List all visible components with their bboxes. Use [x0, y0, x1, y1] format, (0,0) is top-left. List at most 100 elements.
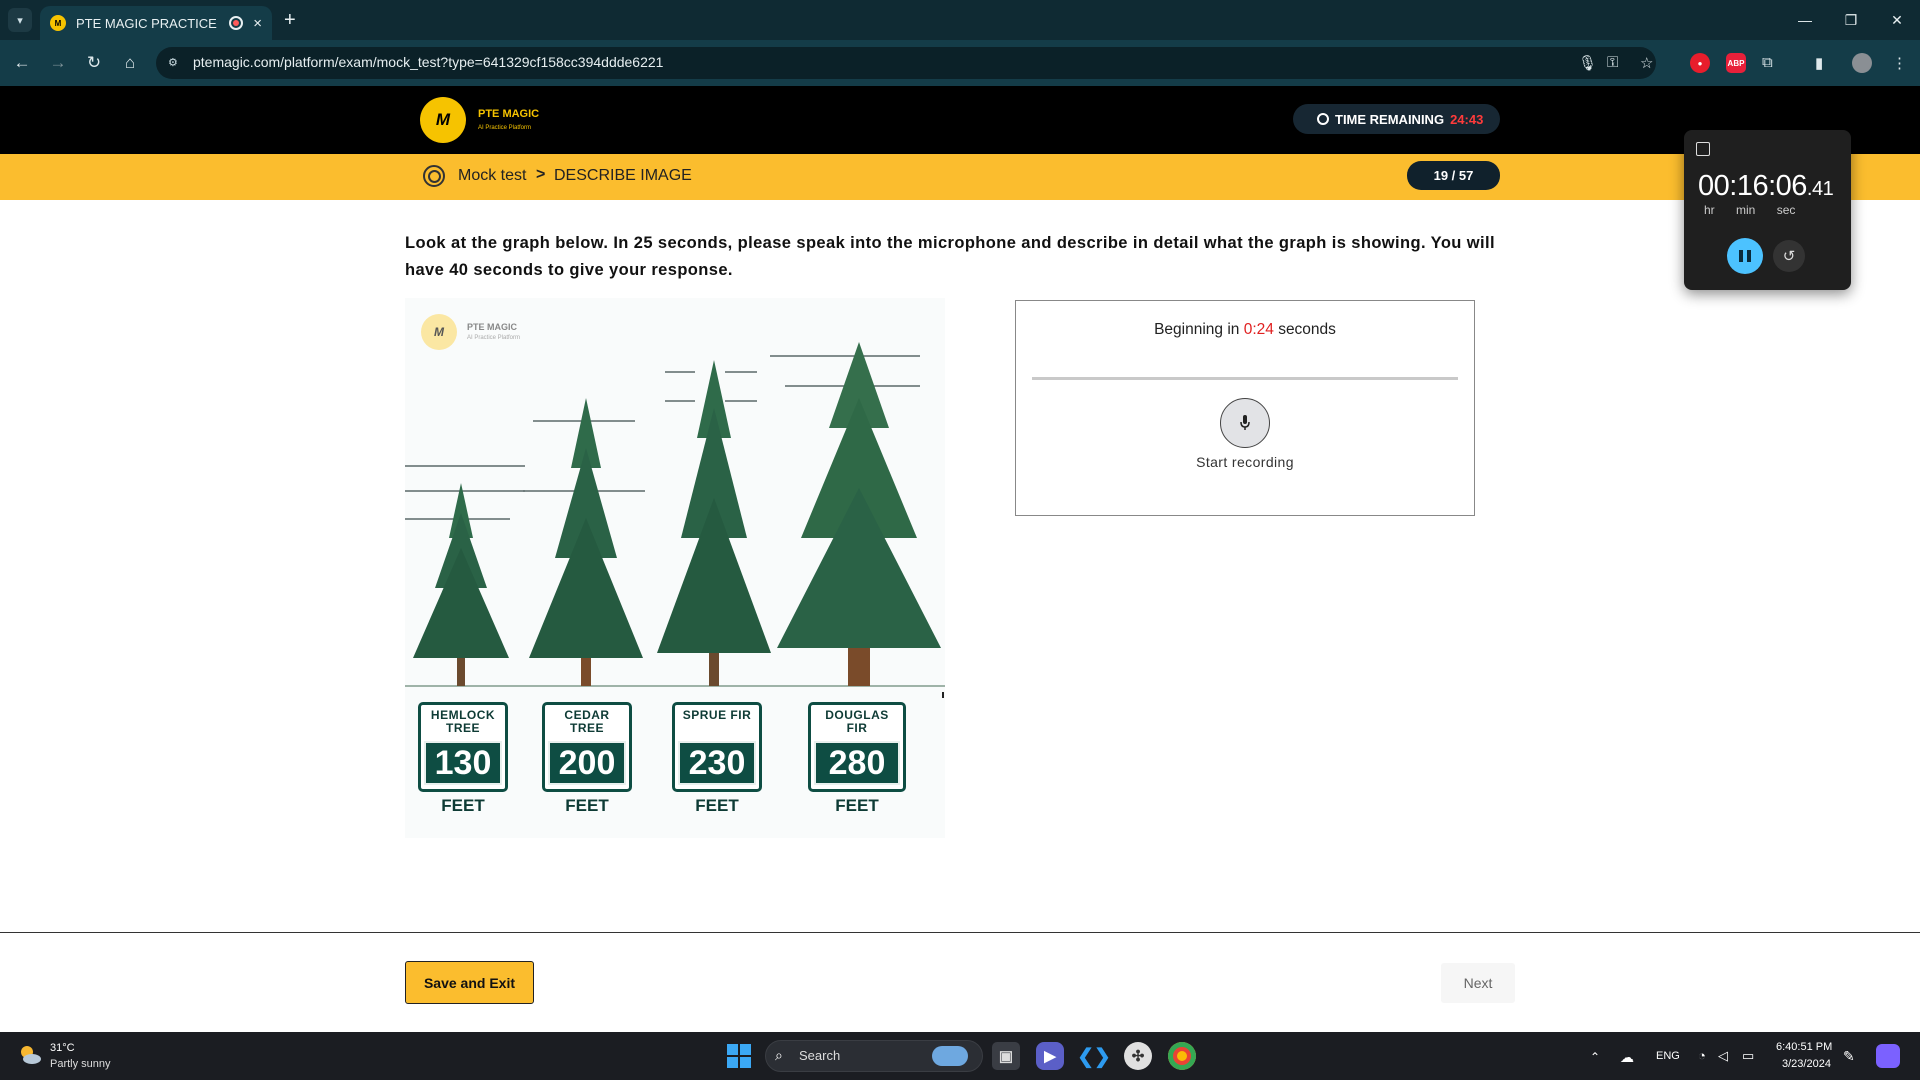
side-panel-icon[interactable]: ▮: [1815, 54, 1823, 72]
tree-height: 200: [548, 741, 626, 785]
reset-icon[interactable]: ↺: [1773, 240, 1805, 272]
browser-tab-bar: ▾ M PTE MAGIC PRACTICE × + — ❐ ✕: [0, 0, 1920, 40]
tree-height: 280: [814, 741, 900, 785]
tree-name: HEMLOCK TREE: [430, 708, 496, 735]
stopwatch-widget: 00:16:06.41 hr min sec ↺: [1684, 130, 1851, 290]
tab-close-icon[interactable]: ×: [253, 15, 262, 32]
tree-name: DOUGLAS FIR: [825, 708, 889, 735]
clock-time[interactable]: 6:40:51 PM: [1776, 1041, 1832, 1053]
time-remaining-label: TIME REMAINING: [1335, 111, 1445, 127]
question-progress-badge: 19 / 57: [1407, 161, 1500, 190]
teams-meet-icon[interactable]: ▶: [1036, 1042, 1064, 1070]
mic-icon[interactable]: 🎙: [1578, 54, 1597, 72]
browser-tab-active[interactable]: M PTE MAGIC PRACTICE ×: [40, 6, 272, 40]
trees-illustration: [405, 342, 945, 698]
reload-icon[interactable]: ↻: [82, 51, 106, 75]
tree-height: 230: [678, 741, 756, 785]
target-icon: [423, 165, 445, 187]
chrome-browser-icon[interactable]: [1168, 1042, 1196, 1070]
chatgpt-app-icon[interactable]: ✣: [1124, 1042, 1152, 1070]
tree-unit: FEET: [835, 796, 879, 815]
stopwatch-ms: .41: [1806, 178, 1834, 200]
back-arrow-icon[interactable]: ←: [10, 51, 34, 75]
vscode-icon[interactable]: ❮❯: [1077, 1042, 1111, 1070]
copilot-icon[interactable]: [1876, 1044, 1900, 1068]
unit-min: min: [1736, 203, 1756, 217]
tree-unit: FEET: [441, 796, 485, 815]
tab-search-chevron-icon[interactable]: ▾: [8, 8, 32, 32]
tree-height: 130: [424, 741, 502, 785]
footer-divider: [0, 932, 1920, 933]
stopwatch-units: hr min sec: [1704, 203, 1813, 217]
battery-icon[interactable]: ▭: [1742, 1048, 1754, 1064]
recording-progress-bar: [1032, 377, 1458, 380]
tree-name: SPRUE FIR: [682, 708, 752, 722]
weather-description[interactable]: Partly sunny: [50, 1058, 111, 1070]
site-favicon-icon: M: [50, 15, 66, 31]
breadcrumb-bar: [0, 154, 1920, 200]
brand-logo[interactable]: M: [420, 97, 466, 143]
close-window-icon[interactable]: ✕: [1874, 0, 1920, 40]
tray-chevron-icon[interactable]: ⌃: [1590, 1050, 1600, 1064]
recording-indicator-icon: [229, 16, 244, 30]
recording-status: Beginning in 0:24 seconds: [1016, 321, 1474, 339]
site-info-icon[interactable]: ⚙: [168, 56, 182, 70]
cloud-widget-icon[interactable]: [932, 1046, 968, 1066]
minimize-icon[interactable]: —: [1782, 0, 1828, 40]
start-recording-button[interactable]: [1220, 398, 1270, 448]
adblock-label: ABP: [1727, 58, 1745, 68]
weather-temperature[interactable]: 31°C: [50, 1042, 75, 1054]
status-suffix: seconds: [1278, 321, 1336, 338]
recording-panel: Beginning in 0:24 seconds Start recordin…: [1015, 300, 1475, 516]
status-prefix: Beginning in: [1154, 321, 1240, 338]
save-and-exit-button[interactable]: Save and Exit: [405, 961, 534, 1004]
microphone-icon: [1240, 415, 1250, 430]
language-indicator[interactable]: ENG: [1656, 1050, 1680, 1062]
breadcrumb-mock-test[interactable]: Mock test: [458, 167, 526, 185]
tree-sign-douglas: DOUGLAS FIR 280: [808, 702, 906, 792]
url-text[interactable]: ptemagic.com/platform/exam/mock_test?typ…: [193, 54, 663, 70]
expand-icon[interactable]: [1696, 142, 1710, 156]
clock-date[interactable]: 3/23/2024: [1782, 1058, 1831, 1070]
next-button[interactable]: Next: [1441, 963, 1515, 1003]
tree-sign-cedar: CEDAR TREE 200: [542, 702, 632, 792]
password-key-icon[interactable]: ⚿: [1607, 54, 1618, 71]
new-tab-icon[interactable]: +: [284, 8, 296, 32]
tree-unit: FEET: [695, 796, 739, 815]
restore-icon[interactable]: ❐: [1828, 0, 1874, 40]
wifi-icon[interactable]: ◔: [1698, 1048, 1706, 1063]
stopwatch-main-time: 00:16:06: [1698, 170, 1807, 202]
clock-icon: [1317, 113, 1329, 125]
search-placeholder: Search: [799, 1048, 841, 1063]
describe-image-graphic: M PTE MAGIC AI Practice Platform HEMLOCK…: [405, 298, 945, 838]
chevron-right-icon: >: [536, 166, 546, 183]
task-view-icon[interactable]: ▣: [992, 1042, 1020, 1070]
home-icon[interactable]: ⌂: [118, 51, 142, 75]
onedrive-cloud-icon[interactable]: ☁: [1620, 1049, 1634, 1066]
windows-start-icon[interactable]: [727, 1044, 751, 1068]
countdown-value: 0:24: [1243, 321, 1274, 338]
brand-name: PTE MAGIC: [478, 108, 540, 120]
tree-sign-hemlock: HEMLOCK TREE 130: [418, 702, 508, 792]
tree-sign-spruce: SPRUE FIR 230: [672, 702, 762, 792]
profile-avatar[interactable]: [1852, 53, 1872, 73]
time-remaining-pill: TIME REMAINING 24:43: [1293, 104, 1500, 134]
menu-kebab-icon[interactable]: ⋮: [1892, 54, 1907, 72]
search-icon: ⌕: [775, 1047, 783, 1063]
adblock-extension-icon[interactable]: ABP: [1726, 53, 1746, 73]
forward-arrow-icon[interactable]: →: [46, 51, 70, 75]
brand-tagline: AI Practice Platform: [478, 125, 532, 131]
stopwatch-time: 00:16:06.41: [1698, 170, 1834, 203]
notification-bell-icon[interactable]: ✎: [1843, 1048, 1855, 1065]
partly-sunny-icon[interactable]: [18, 1043, 42, 1067]
puzzle-extensions-icon[interactable]: ⧉: [1762, 54, 1773, 71]
pause-icon[interactable]: [1727, 238, 1763, 274]
volume-icon[interactable]: ◁: [1718, 1048, 1728, 1064]
tab-title: PTE MAGIC PRACTICE: [76, 15, 217, 31]
bookmark-star-icon[interactable]: ☆: [1640, 54, 1653, 72]
question-instructions: Look at the graph below. In 25 seconds, …: [405, 234, 1495, 279]
site-header: [0, 86, 1920, 154]
shield-extension-icon[interactable]: ●: [1690, 53, 1710, 73]
tree-unit: FEET: [565, 796, 609, 815]
time-remaining-value: 24:43: [1450, 111, 1484, 127]
